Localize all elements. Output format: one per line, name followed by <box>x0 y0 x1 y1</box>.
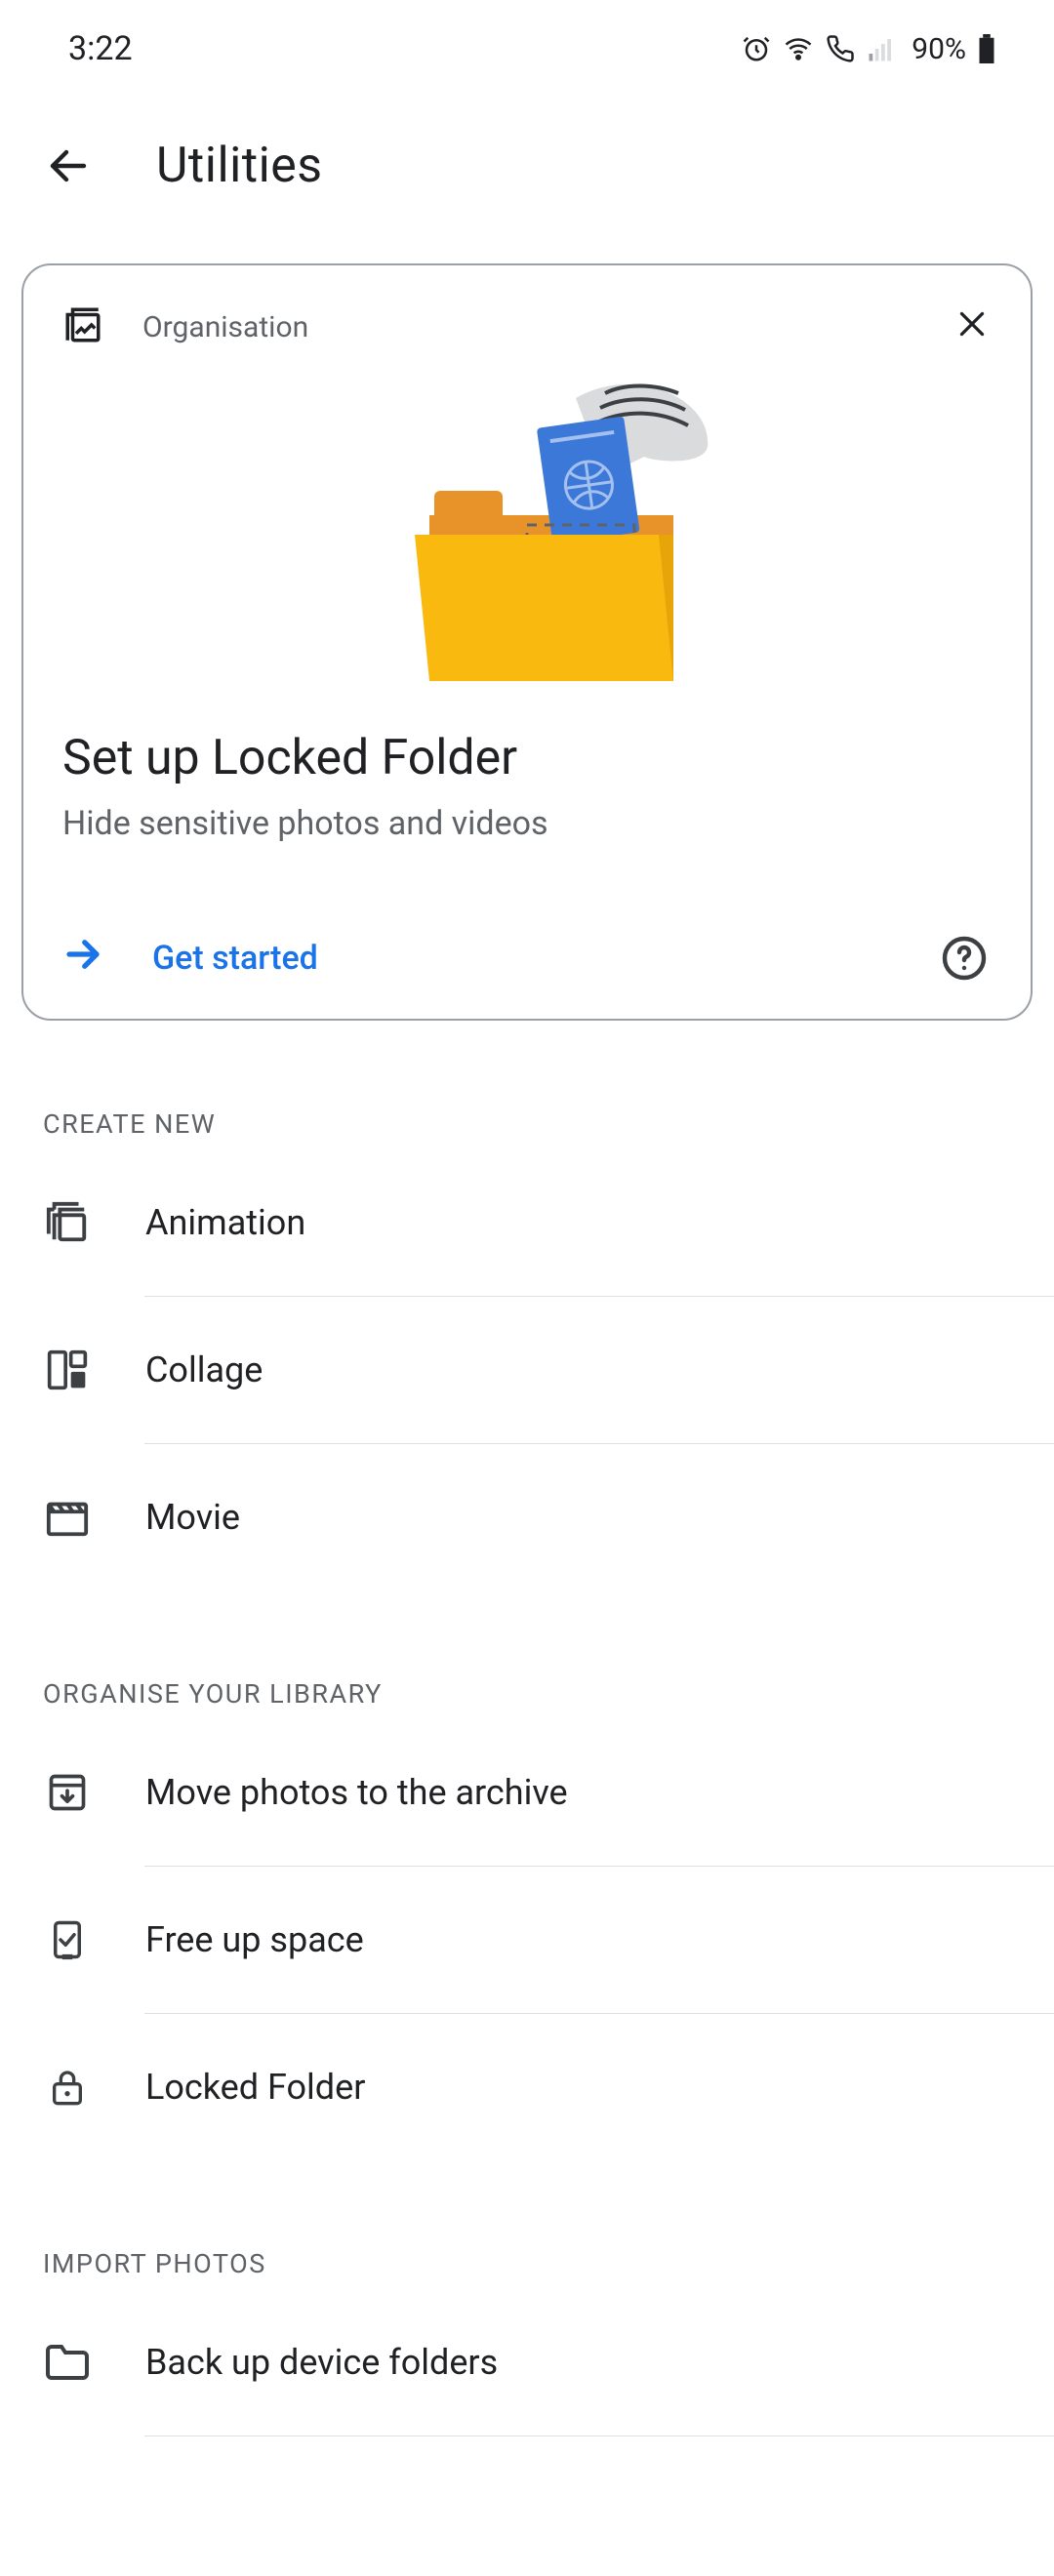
back-button[interactable] <box>39 137 98 195</box>
get-started-label: Get started <box>152 939 318 978</box>
page-title: Utilities <box>156 138 323 194</box>
folder-icon <box>43 2338 92 2387</box>
archive-item[interactable]: Move photos to the archive <box>0 1719 1054 1866</box>
arrow-right-icon <box>62 934 103 984</box>
collage-icon <box>43 1346 92 1394</box>
free-up-space-icon <box>43 1915 92 1964</box>
promo-category-label: Organisation <box>142 310 308 344</box>
locked-folder-illustration <box>62 369 992 691</box>
divider <box>144 2435 1054 2436</box>
list-item-label: Free up space <box>145 1919 364 1960</box>
section-header-import: IMPORT PHOTOS <box>0 2160 1054 2289</box>
movie-icon <box>43 1493 92 1542</box>
create-collage-item[interactable]: Collage <box>0 1297 1054 1443</box>
backup-device-folders-item[interactable]: Back up device folders <box>0 2289 1054 2435</box>
lock-icon <box>43 2063 92 2112</box>
list-item-label: Animation <box>145 1202 305 1243</box>
status-icons: 90% <box>742 32 995 66</box>
wifi-icon <box>783 34 814 63</box>
animation-icon <box>43 1198 92 1247</box>
section-header-create-new: CREATE NEW <box>0 1021 1054 1149</box>
list-item-label: Back up device folders <box>145 2342 498 2383</box>
archive-icon <box>43 1768 92 1817</box>
get-started-button[interactable]: Get started <box>62 934 318 984</box>
promo-title: Set up Locked Folder <box>62 730 992 786</box>
signal-icon <box>867 34 896 63</box>
promo-subtitle: Hide sensitive photos and videos <box>62 804 992 843</box>
list-item-label: Move photos to the archive <box>145 1772 568 1813</box>
create-movie-item[interactable]: Movie <box>0 1444 1054 1590</box>
locked-folder-promo-card: Organisation <box>21 263 1033 1021</box>
wifi-calling-icon <box>826 34 855 63</box>
status-time: 3:22 <box>68 29 133 68</box>
dismiss-promo-button[interactable] <box>949 301 995 347</box>
free-up-space-item[interactable]: Free up space <box>0 1867 1054 2013</box>
section-header-organise: ORGANISE YOUR LIBRARY <box>0 1590 1054 1719</box>
locked-folder-item[interactable]: Locked Folder <box>0 2014 1054 2160</box>
battery-percentage: 90% <box>912 32 966 66</box>
list-item-label: Movie <box>145 1497 240 1538</box>
list-item-label: Collage <box>145 1349 263 1390</box>
list-item-label: Locked Folder <box>145 2067 365 2108</box>
status-bar: 3:22 90% <box>0 0 1054 98</box>
gallery-icon <box>62 304 103 349</box>
alarm-icon <box>742 34 771 63</box>
create-animation-item[interactable]: Animation <box>0 1149 1054 1296</box>
battery-icon <box>978 34 995 63</box>
help-button[interactable] <box>937 931 992 986</box>
app-header: Utilities <box>0 98 1054 244</box>
